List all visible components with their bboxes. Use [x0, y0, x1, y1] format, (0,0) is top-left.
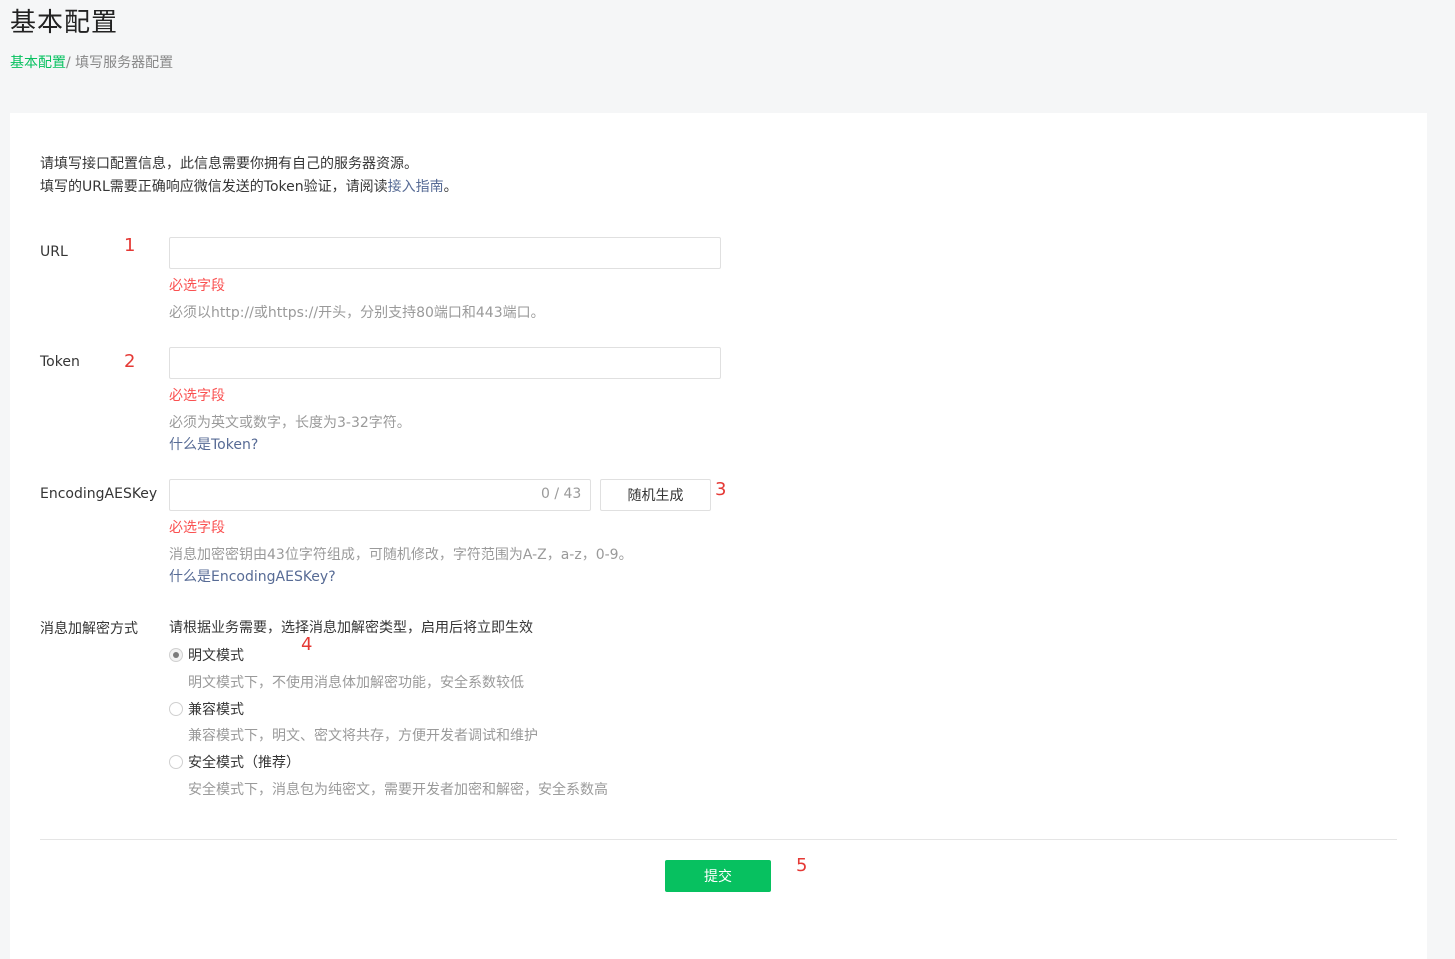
annotation-marker-4: 4 — [301, 634, 313, 655]
annotation-marker-3: 3 — [715, 479, 727, 500]
token-error: 必选字段 — [169, 388, 225, 404]
submit-button[interactable]: 提交 — [665, 860, 771, 892]
radio-dot-checked[interactable] — [169, 648, 183, 662]
intro-text: 请填写接口配置信息，此信息需要你拥有自己的服务器资源。 填写的URL需要正确响应… — [40, 153, 458, 199]
aes-key-hint: 消息加密密钥由43位字符组成，可随机修改，字符范围为A-Z，a-z，0-9。 — [169, 547, 633, 563]
config-form-card: 请填写接口配置信息，此信息需要你拥有自己的服务器资源。 填写的URL需要正确响应… — [10, 113, 1427, 959]
radio-secure-mode[interactable]: 安全模式（推荐） — [169, 752, 300, 772]
radio-hint-compatible: 兼容模式下，明文、密文将共存，方便开发者调试和维护 — [188, 728, 538, 744]
url-hint: 必须以http://或https://开头，分别支持80端口和443端口。 — [169, 305, 545, 321]
breadcrumb-link-basic-config[interactable]: 基本配置 — [10, 55, 66, 71]
aes-key-input[interactable] — [169, 479, 591, 511]
intro-line-1: 请填写接口配置信息，此信息需要你拥有自己的服务器资源。 — [40, 156, 418, 172]
radio-plaintext-mode[interactable]: 明文模式 — [169, 645, 244, 665]
intro-line-2-suffix: 。 — [443, 179, 458, 195]
aes-key-label: EncodingAESKey — [40, 486, 158, 502]
url-input[interactable] — [169, 237, 721, 269]
what-is-token-link[interactable]: 什么是Token? — [169, 434, 258, 454]
intro-line-2-text: 填写的URL需要正确响应微信发送的Token验证，请阅读 — [40, 179, 388, 195]
url-label: URL — [40, 244, 68, 260]
radio-label-plaintext: 明文模式 — [188, 648, 244, 664]
radio-label-compatible: 兼容模式 — [188, 702, 244, 718]
radio-dot[interactable] — [169, 755, 183, 769]
breadcrumb-current: 填写服务器配置 — [75, 55, 174, 71]
radio-label-secure: 安全模式（推荐） — [188, 755, 300, 771]
token-input[interactable] — [169, 347, 721, 379]
radio-dot[interactable] — [169, 702, 183, 716]
intro-line-2: 填写的URL需要正确响应微信发送的Token验证，请阅读接入指南。 — [40, 176, 458, 199]
aes-key-error: 必选字段 — [169, 520, 225, 536]
breadcrumb: 基本配置/ 填写服务器配置 — [10, 52, 173, 72]
aes-key-counter: 0 / 43 — [541, 486, 582, 502]
token-hint: 必须为英文或数字，长度为3-32字符。 — [169, 415, 411, 431]
encryption-mode-description: 请根据业务需要，选择消息加解密类型，启用后将立即生效 — [169, 620, 533, 636]
token-label: Token — [40, 354, 80, 370]
annotation-marker-1: 1 — [124, 235, 136, 256]
annotation-marker-2: 2 — [124, 351, 136, 372]
url-error: 必选字段 — [169, 278, 225, 294]
breadcrumb-separator: / — [66, 55, 76, 71]
radio-hint-plaintext: 明文模式下，不使用消息体加解密功能，安全系数较低 — [188, 675, 524, 691]
form-divider — [40, 839, 1397, 840]
radio-compatible-mode[interactable]: 兼容模式 — [169, 699, 244, 719]
random-generate-button[interactable]: 随机生成 — [600, 479, 711, 511]
encryption-mode-label: 消息加解密方式 — [40, 621, 138, 637]
access-guide-link[interactable]: 接入指南 — [388, 179, 444, 195]
what-is-aes-key-link[interactable]: 什么是EncodingAESKey? — [169, 566, 336, 586]
page-title: 基本配置 — [10, 8, 119, 38]
radio-hint-secure: 安全模式下，消息包为纯密文，需要开发者加密和解密，安全系数高 — [188, 782, 608, 798]
annotation-marker-5: 5 — [796, 855, 808, 876]
